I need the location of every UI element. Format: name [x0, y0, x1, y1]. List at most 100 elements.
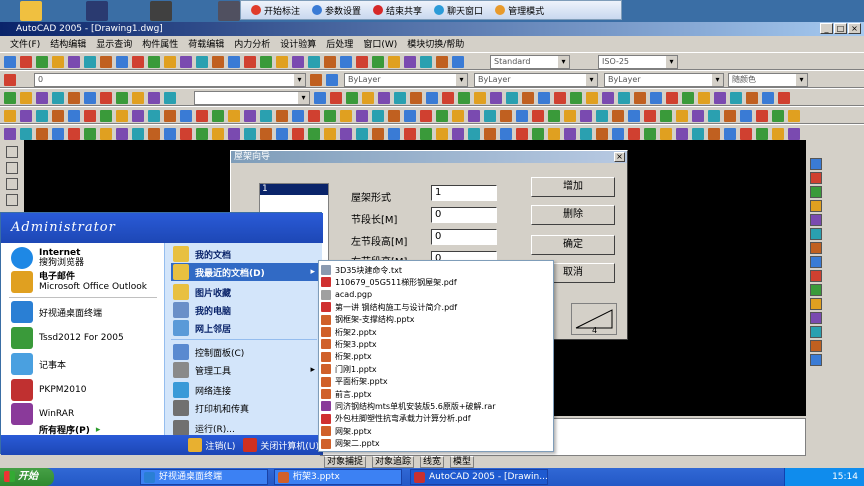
toolbar-button-icon[interactable] [420, 56, 432, 68]
toolbar-button-icon[interactable] [4, 110, 16, 122]
toolbar-button-icon[interactable] [4, 128, 16, 140]
toolbar-button-icon[interactable] [548, 128, 560, 140]
toolbar-button-icon[interactable] [330, 92, 342, 104]
toolbar-button-icon[interactable] [228, 110, 240, 122]
toolbar-button-icon[interactable] [436, 110, 448, 122]
toolbar-button-icon[interactable] [340, 56, 352, 68]
toolbar-button-icon[interactable] [84, 92, 96, 104]
toolbar-button-icon[interactable] [314, 92, 326, 104]
blank-combo[interactable] [194, 91, 310, 105]
list-item[interactable]: 1 [260, 184, 328, 195]
toolbar-button-icon[interactable] [612, 128, 624, 140]
toolbar-button-icon[interactable] [612, 110, 624, 122]
recent-document-item[interactable]: 门刚1.pptx [321, 363, 553, 375]
my-pictures[interactable]: 图片收藏 [171, 283, 319, 301]
modify-tool-icon[interactable] [810, 186, 822, 198]
toolbar-button-icon[interactable] [580, 110, 592, 122]
recent-document-item[interactable]: 第一讲 钢结构施工与设计简介.pdf [321, 301, 553, 313]
toolbar-button-icon[interactable] [426, 92, 438, 104]
toolbar-button-icon[interactable] [116, 128, 128, 140]
polygon-tool-icon[interactable] [6, 194, 18, 206]
toolbar-button-icon[interactable] [772, 110, 784, 122]
toolbar-button-icon[interactable] [564, 128, 576, 140]
toolbar-button-icon[interactable] [452, 110, 464, 122]
modify-tool-icon[interactable] [810, 326, 822, 338]
toolbar-button-icon[interactable] [388, 110, 400, 122]
toolbar-button-icon[interactable] [180, 56, 192, 68]
lineweight-toggle[interactable]: 线宽 [420, 456, 445, 468]
toolbar-button-icon[interactable] [292, 110, 304, 122]
menu-item[interactable]: 模块切换/帮助 [407, 37, 464, 50]
toolbar-button-icon[interactable] [228, 128, 240, 140]
model-toggle[interactable]: 模型 [450, 456, 475, 468]
toolbar-button-icon[interactable] [436, 128, 448, 140]
toolbar-button-icon[interactable] [148, 56, 160, 68]
toolbar-button-icon[interactable] [762, 92, 774, 104]
menu-item[interactable]: 窗口(W) [363, 37, 397, 50]
toolbar-button-icon[interactable] [4, 56, 16, 68]
toolbar-button-icon[interactable] [778, 92, 790, 104]
menu-item[interactable]: 文件(F) [10, 37, 40, 50]
toolbar-button-icon[interactable] [746, 92, 758, 104]
recent-program[interactable]: 记事本 [11, 353, 66, 375]
toolbar-button-icon[interactable] [516, 110, 528, 122]
toolbar-button-icon[interactable] [410, 92, 422, 104]
toolbar-button-icon[interactable] [490, 92, 502, 104]
toolbar-button-icon[interactable] [660, 110, 672, 122]
toolbar-button-icon[interactable] [84, 56, 96, 68]
toolbar-button-icon[interactable] [326, 74, 338, 86]
toolbar-button-icon[interactable] [148, 92, 160, 104]
toolbar-button-icon[interactable] [740, 110, 752, 122]
recent-document-item[interactable]: 网架.pptx [321, 425, 553, 437]
toolbar-button-icon[interactable] [500, 128, 512, 140]
toolbar-button-icon[interactable] [228, 56, 240, 68]
taskbar-task[interactable]: AutoCAD 2005 - [Drawin... [410, 469, 548, 485]
toolbar-button-icon[interactable] [676, 110, 688, 122]
toolbar-button-icon[interactable] [116, 92, 128, 104]
toolbar-button-icon[interactable] [436, 56, 448, 68]
toolbar-button-icon[interactable] [682, 92, 694, 104]
network-places[interactable]: 网上邻居 [171, 319, 319, 337]
toolbar-button-icon[interactable] [276, 56, 288, 68]
menu-item[interactable]: 内力分析 [234, 37, 270, 50]
modify-tool-icon[interactable] [810, 298, 822, 310]
toolbar-button-icon[interactable] [4, 74, 16, 86]
toolbar-button-icon[interactable] [388, 128, 400, 140]
toolbar-button-icon[interactable] [458, 92, 470, 104]
toolbar-button-icon[interactable] [324, 128, 336, 140]
toolbar-button-icon[interactable] [772, 128, 784, 140]
toolbar-button-icon[interactable] [522, 92, 534, 104]
toolbar-button-icon[interactable] [116, 56, 128, 68]
modify-tool-icon[interactable] [810, 340, 822, 352]
modify-tool-icon[interactable] [810, 172, 822, 184]
toolbar-button-icon[interactable] [164, 110, 176, 122]
line-tool-icon[interactable] [6, 146, 18, 158]
toolbar-button-icon[interactable] [474, 92, 486, 104]
start-button[interactable]: 开始 [0, 468, 54, 486]
plot-style-combo[interactable]: 随颜色 [728, 73, 808, 87]
ok-button[interactable]: 确定 [531, 235, 615, 255]
toolbar-button-icon[interactable] [68, 128, 80, 140]
toolbar-button-icon[interactable] [602, 92, 614, 104]
polyline-tool-icon[interactable] [6, 162, 18, 174]
my-documents[interactable]: 我的文档 [171, 245, 319, 263]
modify-tool-icon[interactable] [810, 200, 822, 212]
modify-tool-icon[interactable] [810, 354, 822, 366]
recent-document-item[interactable]: 网架二.pptx [321, 438, 553, 450]
modify-tool-icon[interactable] [810, 270, 822, 282]
recent-document-item[interactable]: 110679_05G511梯形钢屋架.pdf [321, 276, 553, 288]
toolbar-button-icon[interactable] [260, 128, 272, 140]
toolbar-button-icon[interactable] [244, 110, 256, 122]
toolbar-button-icon[interactable] [666, 92, 678, 104]
toolbar-button-icon[interactable] [196, 110, 208, 122]
toolbar-button-icon[interactable] [36, 128, 48, 140]
toolbar-button-icon[interactable] [212, 128, 224, 140]
modify-tool-icon[interactable] [810, 242, 822, 254]
toolbar-button-icon[interactable] [340, 110, 352, 122]
toolbar-button-icon[interactable] [84, 128, 96, 140]
toolbar-button-icon[interactable] [116, 110, 128, 122]
toolbar-button-icon[interactable] [346, 92, 358, 104]
toolbar-button-icon[interactable] [20, 56, 32, 68]
toolbar-button-icon[interactable] [68, 110, 80, 122]
toolbar-button-icon[interactable] [740, 128, 752, 140]
